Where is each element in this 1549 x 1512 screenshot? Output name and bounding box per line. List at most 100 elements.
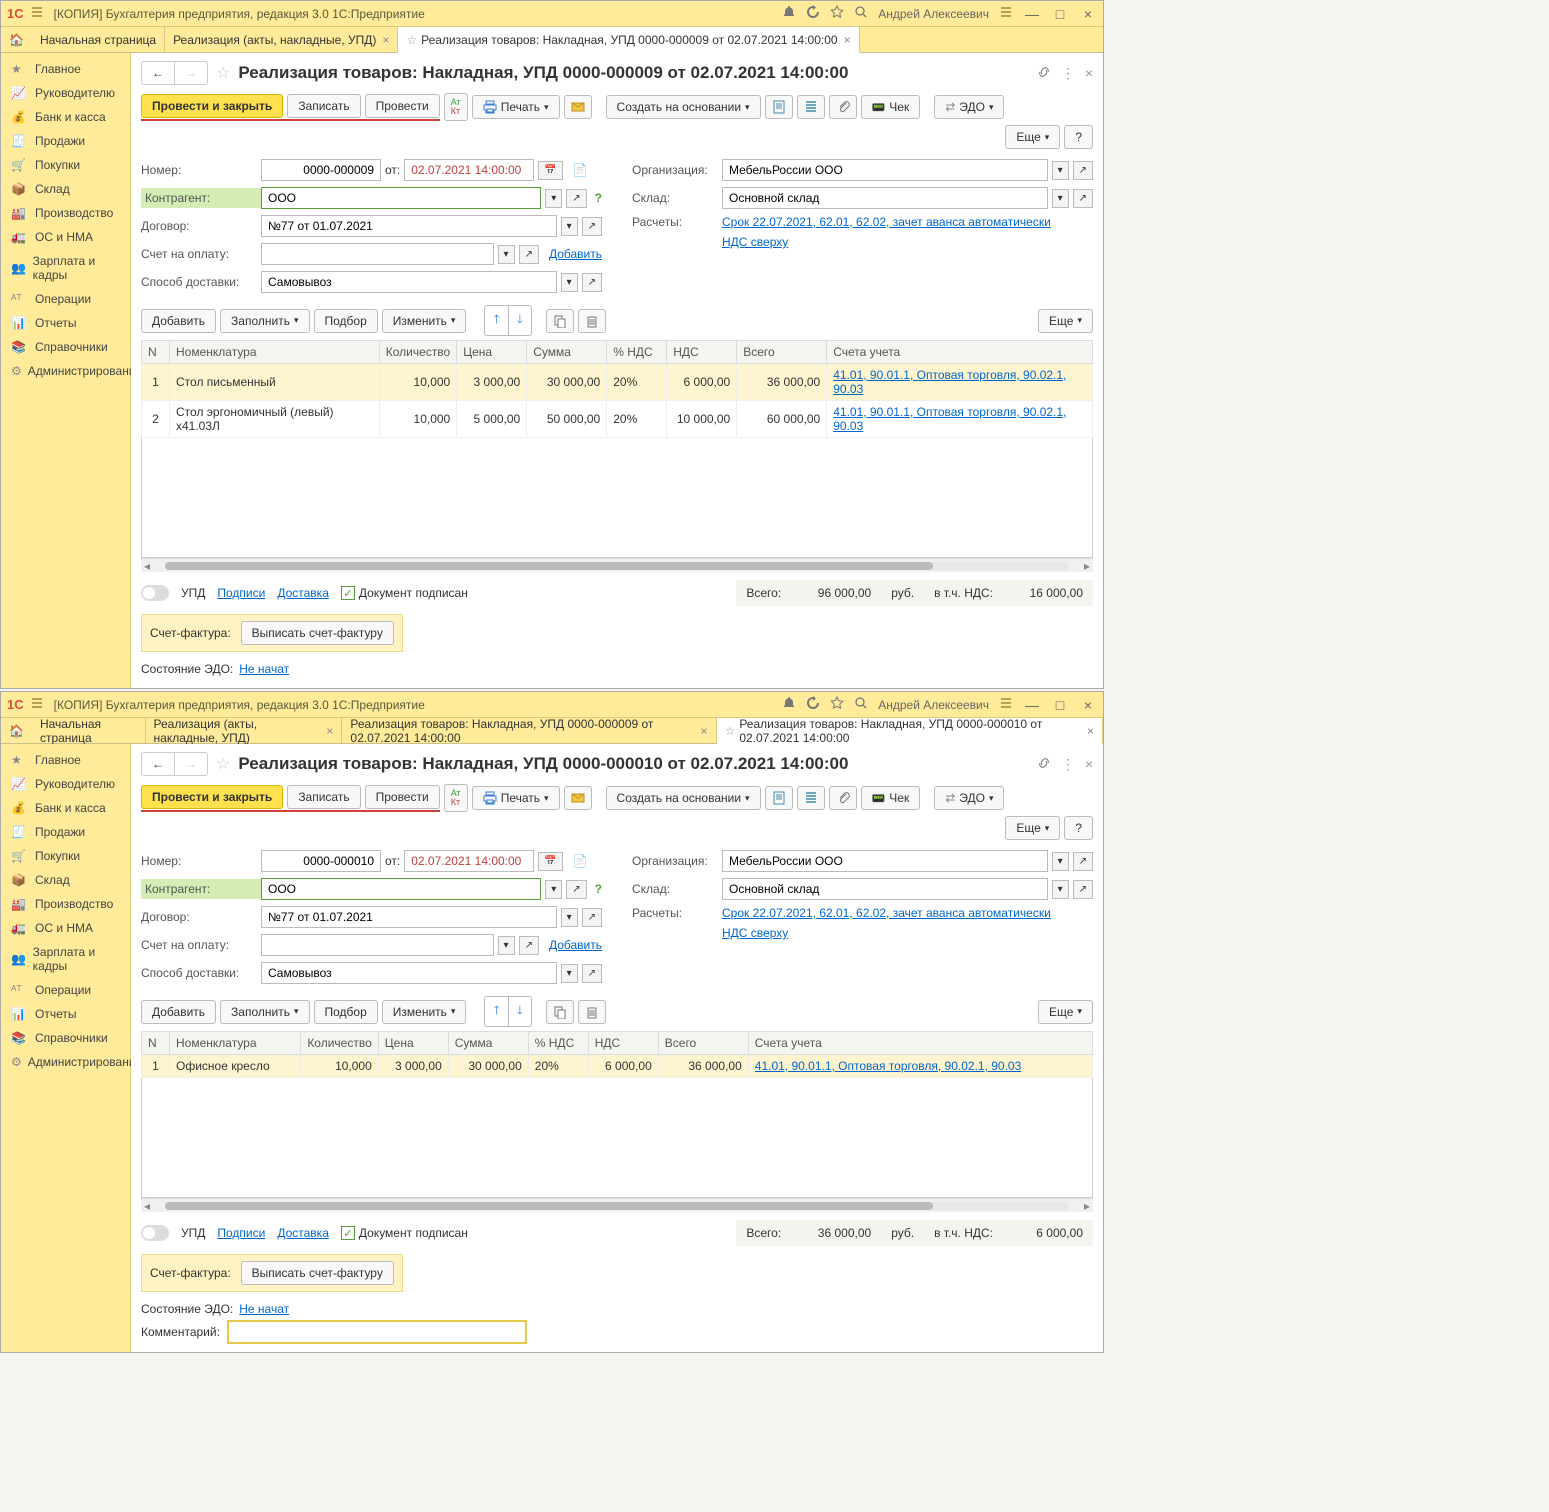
write-button[interactable]: Записать (287, 94, 360, 118)
help-icon[interactable]: ? (595, 191, 602, 205)
contractor-input[interactable] (261, 187, 541, 209)
bell-icon[interactable] (782, 5, 796, 22)
menu-icon[interactable] (30, 696, 44, 713)
number-input[interactable] (261, 850, 381, 872)
mail-button[interactable] (564, 786, 592, 810)
delete-button[interactable] (578, 1000, 606, 1024)
doc-button[interactable] (765, 786, 793, 810)
sidebar-item[interactable]: 🛒Покупки (1, 844, 130, 868)
home-icon[interactable]: 🏠 (1, 718, 32, 743)
open-button[interactable]: ↗ (519, 936, 539, 955)
sidebar-item[interactable]: 🧾Продажи (1, 129, 130, 153)
open-button[interactable]: ↗ (566, 880, 586, 899)
home-tab[interactable]: Начальная страница (32, 718, 146, 743)
create-based-button[interactable]: Создать на основании▾ (606, 786, 761, 810)
sidebar-item[interactable]: 📚Справочники (1, 1026, 130, 1050)
accounts-link[interactable]: 41.01, 90.01.1, Оптовая торговля, 90.02.… (755, 1059, 1022, 1073)
contract-input[interactable] (261, 215, 557, 237)
sidebar-item[interactable]: ᴬᵀОперации (1, 287, 130, 311)
close-button[interactable]: × (1079, 6, 1097, 22)
sidebar-item[interactable]: 🏭Производство (1, 892, 130, 916)
horizontal-scrollbar[interactable]: ◂▸ (141, 1198, 1093, 1212)
attach-button[interactable] (829, 786, 857, 810)
signatures-link[interactable]: Подписи (217, 586, 265, 600)
search-icon[interactable] (854, 5, 868, 22)
sidebar-item[interactable]: 💰Банк и касса (1, 796, 130, 820)
home-tab[interactable]: Начальная страница (32, 27, 165, 52)
history-icon[interactable] (806, 5, 820, 22)
link-icon[interactable] (1037, 65, 1051, 82)
maximize-button[interactable]: □ (1051, 6, 1069, 22)
history-icon[interactable] (806, 696, 820, 713)
cheque-button[interactable]: 📟Чек (861, 95, 921, 119)
list-button[interactable] (797, 786, 825, 810)
number-input[interactable] (261, 159, 381, 181)
add-link[interactable]: Добавить (549, 938, 602, 952)
open-button[interactable]: ↗ (566, 189, 586, 208)
dropdown-button[interactable]: ▾ (545, 880, 562, 899)
calculations-link[interactable]: Срок 22.07.2021, 62.01, 62.02, зачет ава… (722, 215, 1051, 229)
mail-button[interactable] (564, 95, 592, 119)
open-button[interactable]: ↗ (519, 245, 539, 264)
edo-status-link[interactable]: Не начат (239, 1302, 289, 1316)
help-icon[interactable]: ? (595, 882, 602, 896)
sidebar-item[interactable]: ᴬᵀОперации (1, 978, 130, 1002)
sidebar-item[interactable]: 📦Склад (1, 868, 130, 892)
help-button[interactable]: ? (1064, 816, 1093, 840)
add-row-button[interactable]: Добавить (141, 1000, 216, 1024)
more-icon[interactable]: ⋮ (1061, 756, 1075, 773)
dropdown-button[interactable]: ▾ (561, 908, 578, 927)
home-icon[interactable]: 🏠 (1, 27, 32, 52)
close-content-icon[interactable]: × (1085, 65, 1093, 81)
close-content-icon[interactable]: × (1085, 756, 1093, 772)
help-button[interactable]: ? (1064, 125, 1093, 149)
doc-button[interactable] (765, 95, 793, 119)
contract-input[interactable] (261, 906, 557, 928)
table-more-button[interactable]: Еще▾ (1038, 1000, 1093, 1024)
more-button[interactable]: Еще▾ (1005, 816, 1060, 840)
organization-input[interactable] (722, 159, 1048, 181)
atkt-button[interactable]: АтКт (444, 93, 468, 121)
fill-button[interactable]: Заполнить▾ (220, 1000, 309, 1024)
sidebar-item[interactable]: 🛒Покупки (1, 153, 130, 177)
sidebar-item[interactable]: ⚙Администрирование (1, 1050, 130, 1074)
attach-button[interactable] (829, 95, 857, 119)
realizations-tab[interactable]: Реализация (акты, накладные, УПД)× (146, 718, 343, 743)
sidebar-item[interactable]: 📊Отчеты (1, 311, 130, 335)
sidebar-item[interactable]: 🚛ОС и НМА (1, 225, 130, 249)
active-tab[interactable]: ☆Реализация товаров: Накладная, УПД 0000… (398, 27, 859, 53)
settings-icon[interactable] (999, 5, 1013, 22)
sidebar-item[interactable]: ★Главное (1, 748, 130, 772)
sidebar-item[interactable]: ★Главное (1, 57, 130, 81)
move-up-button[interactable]: 🡑 (485, 997, 508, 1026)
minimize-button[interactable]: — (1023, 697, 1041, 713)
dropdown-button[interactable]: ▾ (1052, 161, 1069, 180)
forward-button[interactable]: → (175, 62, 207, 84)
search-icon[interactable] (854, 696, 868, 713)
contractor-input[interactable] (261, 878, 541, 900)
dropdown-button[interactable]: ▾ (498, 245, 515, 264)
delivery-link[interactable]: Доставка (277, 586, 329, 600)
delivery-link[interactable]: Доставка (277, 1226, 329, 1240)
favorite-icon[interactable]: ☆ (216, 754, 230, 774)
organization-input[interactable] (722, 850, 1048, 872)
write-button[interactable]: Записать (287, 785, 360, 809)
copy-button[interactable] (546, 1000, 574, 1024)
post-close-button[interactable]: Провести и закрыть (141, 94, 283, 118)
open-button[interactable]: ↗ (1073, 880, 1093, 899)
sidebar-item[interactable]: 📈Руководителю (1, 81, 130, 105)
user-name[interactable]: Андрей Алексеевич (878, 698, 989, 712)
change-button[interactable]: Изменить▾ (382, 1000, 467, 1024)
list-button[interactable] (797, 95, 825, 119)
sidebar-item[interactable]: 🚛ОС и НМА (1, 916, 130, 940)
sidebar-item[interactable]: 🧾Продажи (1, 820, 130, 844)
edo-button[interactable]: ⇄ЭДО▾ (934, 95, 1004, 119)
sidebar-item[interactable]: 🏭Производство (1, 201, 130, 225)
close-icon[interactable]: × (844, 33, 851, 47)
open-button[interactable]: ↗ (582, 273, 602, 292)
favorite-icon[interactable]: ☆ (216, 63, 230, 83)
pick-button[interactable]: Подбор (314, 1000, 378, 1024)
invoice-account-input[interactable] (261, 934, 494, 956)
delete-button[interactable] (578, 309, 606, 333)
open-button[interactable]: ↗ (1073, 161, 1093, 180)
